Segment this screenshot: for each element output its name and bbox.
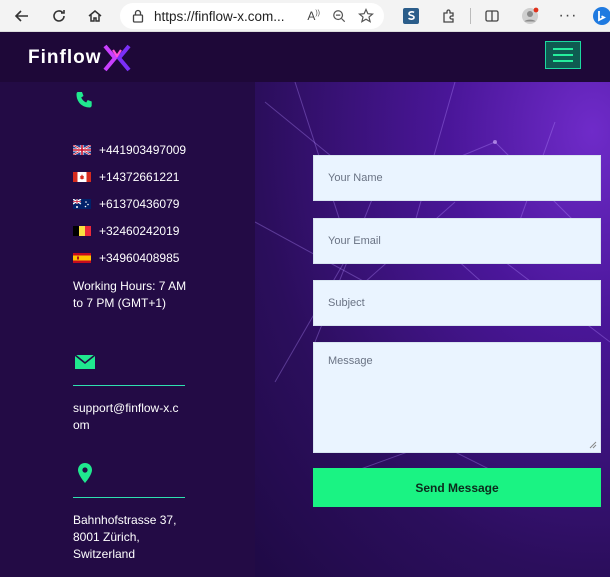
puzzle-icon bbox=[443, 9, 454, 23]
phone-list: +441903497009 +14372661221 +61370436079 … bbox=[73, 136, 186, 271]
menu-bar bbox=[553, 48, 573, 50]
profile-avatar-icon bbox=[522, 7, 539, 24]
message-placeholder: Message bbox=[328, 355, 373, 367]
more-dots-icon: ··· bbox=[558, 7, 578, 24]
lock-icon bbox=[132, 9, 144, 23]
back-button[interactable] bbox=[5, 0, 39, 32]
working-hours: Working Hours: 7 AM to 7 PM (GMT+1) bbox=[73, 279, 187, 310]
address-divider bbox=[73, 497, 185, 498]
phone-icon bbox=[76, 92, 92, 108]
extension-s-button[interactable] bbox=[392, 0, 430, 32]
phone-number: +441903497009 bbox=[99, 142, 187, 157]
address-line: Switzerland bbox=[73, 547, 136, 561]
toolbar-divider bbox=[470, 8, 471, 24]
copilot-button[interactable] bbox=[587, 0, 610, 32]
australia-flag-icon bbox=[73, 198, 91, 209]
refresh-icon bbox=[53, 9, 65, 22]
address-bar[interactable]: https://finflow-x.com... A)) bbox=[120, 3, 384, 29]
menu-toggle-button[interactable] bbox=[545, 41, 581, 69]
phone-row-be[interactable]: +32460242019 bbox=[73, 217, 186, 244]
belgium-flag-icon bbox=[73, 225, 91, 236]
home-button[interactable] bbox=[78, 0, 112, 32]
url-text: https://finflow-x.com... bbox=[154, 8, 285, 24]
address-line: Bahnhofstrasse 37, bbox=[73, 513, 177, 527]
zoom-icon[interactable] bbox=[332, 9, 346, 23]
menu-bar bbox=[553, 54, 573, 56]
email-placeholder: Your Email bbox=[328, 235, 381, 247]
phone-row-uk[interactable]: +441903497009 bbox=[73, 136, 186, 163]
arrow-left-icon bbox=[14, 9, 28, 22]
split-screen-icon bbox=[485, 10, 499, 22]
uk-flag-icon bbox=[73, 144, 91, 155]
site-header: Finflow bbox=[0, 32, 610, 82]
phone-number: +14372661221 bbox=[99, 169, 180, 184]
phone-row-ca[interactable]: +14372661221 bbox=[73, 163, 186, 190]
logo-x-icon bbox=[103, 44, 132, 72]
phone-row-au[interactable]: +61370436079 bbox=[73, 190, 186, 217]
location-pin-icon bbox=[78, 463, 92, 483]
phone-number: +34960408985 bbox=[99, 250, 180, 265]
phone-row-es[interactable]: +34960408985 bbox=[73, 244, 186, 271]
resize-handle-icon[interactable] bbox=[589, 441, 597, 449]
extensions-button[interactable] bbox=[430, 0, 468, 32]
logo-text: Finflow bbox=[28, 47, 102, 68]
office-address: Bahnhofstrasse 37, 8001 Zürich, Switzerl… bbox=[73, 512, 193, 563]
email-input[interactable]: Your Email bbox=[313, 218, 601, 264]
address-line: 8001 Zürich, bbox=[73, 530, 140, 544]
send-message-button[interactable]: Send Message bbox=[313, 468, 601, 507]
spain-flag-icon bbox=[73, 252, 91, 263]
home-icon bbox=[88, 9, 102, 22]
phone-number: +61370436079 bbox=[99, 196, 180, 211]
name-input[interactable]: Your Name bbox=[313, 155, 601, 201]
more-button[interactable]: ··· bbox=[549, 0, 587, 32]
subject-placeholder: Subject bbox=[328, 297, 365, 309]
browser-toolbar: https://finflow-x.com... A)) ··· bbox=[0, 0, 610, 32]
logo[interactable]: Finflow bbox=[28, 44, 132, 72]
subject-input[interactable]: Subject bbox=[313, 280, 601, 326]
message-textarea[interactable]: Message bbox=[313, 342, 601, 453]
name-placeholder: Your Name bbox=[328, 172, 383, 184]
bing-icon bbox=[593, 7, 610, 25]
mail-icon bbox=[74, 354, 96, 369]
read-aloud-icon[interactable]: A)) bbox=[307, 9, 320, 23]
email-divider bbox=[73, 385, 185, 386]
support-email[interactable]: support@finflow-x.com bbox=[73, 400, 183, 434]
profile-button[interactable] bbox=[511, 0, 549, 32]
extension-s-icon bbox=[403, 8, 419, 24]
refresh-button[interactable] bbox=[42, 0, 76, 32]
split-screen-button[interactable] bbox=[473, 0, 511, 32]
menu-bar bbox=[553, 60, 573, 62]
canada-flag-icon bbox=[73, 171, 91, 182]
favorite-star-icon[interactable] bbox=[358, 8, 374, 24]
phone-number: +32460242019 bbox=[99, 223, 180, 238]
